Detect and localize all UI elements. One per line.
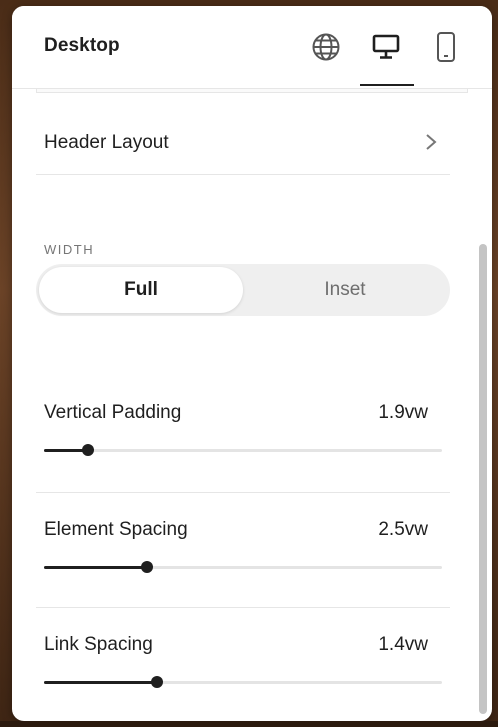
link-spacing-slider[interactable] — [44, 676, 442, 688]
element-spacing-slider-row: Element Spacing 2.5vw — [36, 492, 450, 607]
desktop-icon[interactable] — [368, 30, 404, 64]
slider-thumb[interactable] — [81, 444, 94, 456]
slider-fill — [44, 681, 158, 684]
width-option-inset[interactable]: Inset — [243, 267, 447, 313]
panel-content: Header Layout WIDTH Full Inset Vertical … — [12, 88, 492, 721]
width-segmented-control: Full Inset — [36, 264, 450, 316]
slider-fill — [44, 566, 148, 569]
header-layout-row[interactable]: Header Layout — [36, 110, 450, 175]
globe-icon[interactable] — [308, 30, 344, 64]
slider-value: 1.4vw — [378, 634, 428, 655]
slider-thumb[interactable] — [151, 676, 164, 688]
link-spacing-slider-row: Link Spacing 1.4vw — [36, 607, 450, 721]
vertical-padding-slider-row: Vertical Padding 1.9vw — [36, 376, 450, 490]
panel-scrollbar[interactable] — [479, 244, 487, 714]
element-spacing-slider[interactable] — [44, 561, 442, 573]
slider-label: Vertical Padding — [44, 402, 182, 423]
slider-label: Link Spacing — [44, 634, 153, 655]
header-layout-label: Header Layout — [44, 132, 169, 153]
active-view-indicator — [360, 84, 414, 86]
mobile-icon[interactable] — [428, 30, 464, 64]
slider-thumb[interactable] — [141, 561, 154, 573]
bottom-edge — [0, 721, 498, 727]
style-panel: Desktop Header Layout WIDTH Full Inset V… — [12, 6, 492, 721]
panel-title: Desktop — [44, 35, 120, 56]
slider-value: 1.9vw — [378, 402, 428, 423]
width-option-full[interactable]: Full — [39, 267, 243, 313]
panel-header: Desktop — [12, 6, 492, 89]
slider-value: 2.5vw — [378, 519, 428, 540]
slider-label: Element Spacing — [44, 519, 188, 540]
chevron-right-icon — [426, 134, 437, 150]
vertical-padding-slider[interactable] — [44, 444, 442, 456]
width-section-label: WIDTH — [44, 242, 95, 257]
